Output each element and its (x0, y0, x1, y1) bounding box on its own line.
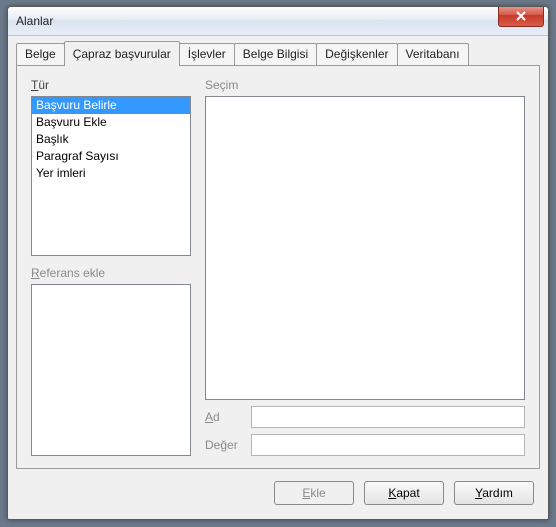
window-title: Alanlar (16, 14, 53, 28)
close-icon (516, 11, 526, 21)
tab-5[interactable]: Veritabanı (397, 43, 469, 65)
type-item[interactable]: Başlık (32, 131, 190, 148)
type-item[interactable]: Başvuru Belirle (32, 97, 190, 114)
button-bar: Ekle Kapat Yardım (16, 475, 540, 511)
titlebar: Alanlar (8, 7, 548, 36)
tab-4[interactable]: Değişkenler (316, 43, 397, 65)
reference-label: Referans ekle (31, 266, 191, 280)
client-area: BelgeÇapraz başvurularİşlevlerBelge Bilg… (16, 43, 540, 511)
type-item[interactable]: Paragraf Sayısı (32, 148, 190, 165)
type-label: Tür (31, 78, 191, 92)
tab-0[interactable]: Belge (16, 43, 65, 65)
insert-button[interactable]: Ekle (274, 481, 354, 505)
type-listbox[interactable]: Başvuru BelirleBaşvuru EkleBaşlıkParagra… (31, 96, 191, 256)
close-dialog-button[interactable]: Kapat (364, 481, 444, 505)
reference-listbox[interactable] (31, 284, 191, 456)
selection-label: Seçim (205, 78, 525, 92)
help-button[interactable]: Yardım (454, 481, 534, 505)
tab-3[interactable]: Belge Bilgisi (234, 43, 317, 65)
tabstrip: BelgeÇapraz başvurularİşlevlerBelge Bilg… (16, 43, 540, 65)
type-item[interactable]: Yer imleri (32, 165, 190, 182)
name-input[interactable] (251, 406, 525, 428)
value-label: Değer (205, 438, 251, 452)
value-input[interactable] (251, 434, 525, 456)
tab-panel: Tür Başvuru BelirleBaşvuru EkleBaşlıkPar… (16, 65, 540, 469)
selection-listbox[interactable] (205, 96, 525, 400)
tab-2[interactable]: İşlevler (179, 43, 235, 65)
close-button[interactable] (498, 6, 544, 27)
name-label: Ad (205, 410, 251, 424)
type-item[interactable]: Başvuru Ekle (32, 114, 190, 131)
tab-1[interactable]: Çapraz başvurular (64, 41, 180, 66)
dialog-window: Alanlar BelgeÇapraz başvurularİşlevlerBe… (7, 6, 549, 520)
